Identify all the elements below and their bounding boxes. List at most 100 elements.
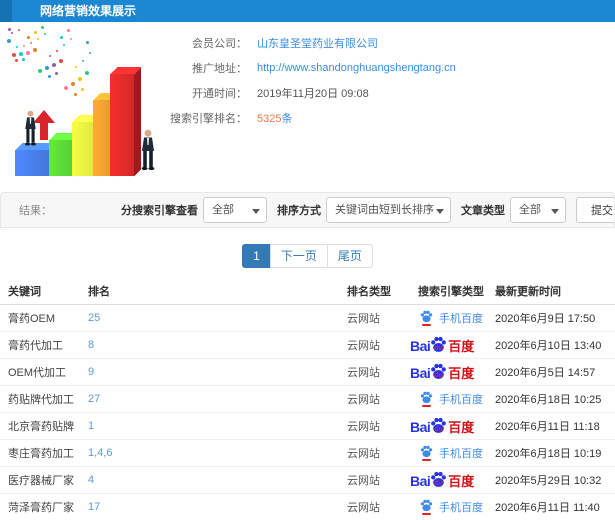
confetti-dot xyxy=(30,42,32,44)
rank-value-link[interactable]: 17 xyxy=(88,501,100,513)
engine-type-cell: Bai du 百度 xyxy=(410,412,493,440)
keyword-cell: 菏泽膏药厂家 xyxy=(0,493,80,520)
mobile-baidu-label: 手机百度 xyxy=(439,393,483,406)
updated-time-cell: 2020年6月11日 11:40 xyxy=(493,493,615,520)
filter-group: 分搜索引擎查看 全部 排序方式 关键词由短到长排序 文章类型 全部 提交 xyxy=(111,197,614,223)
confetti-dot xyxy=(63,44,65,46)
mobile-baidu-underline xyxy=(422,458,431,461)
ranking-count-number[interactable]: 5325 xyxy=(257,113,281,125)
confetti-dot xyxy=(74,93,77,96)
updated-time-cell: 2020年6月18日 10:25 xyxy=(493,385,615,413)
rank-cell: 8 xyxy=(80,331,345,359)
rank-type-cell: 云网站 xyxy=(345,304,410,332)
businessman-on-bar-figure xyxy=(21,110,40,153)
confetti-dot xyxy=(18,29,20,31)
ranking-count-suffix[interactable]: 条 xyxy=(281,113,292,125)
updated-time-cell: 2020年6月18日 10:19 xyxy=(493,439,615,467)
titlebar: 网络营销效果展示 xyxy=(0,0,615,22)
mobile-baidu-badge: 手机百度 xyxy=(420,445,483,461)
updated-time-cell: 2020年6月11日 11:18 xyxy=(493,412,615,440)
confetti-dot xyxy=(78,77,82,81)
confetti-dot xyxy=(89,52,91,54)
baidu-logo: Bai du 百度 xyxy=(410,363,474,380)
confetti-dot xyxy=(86,41,89,44)
confetti-dot xyxy=(15,59,18,62)
rank-cell: 4 xyxy=(80,466,345,494)
confetti-dot xyxy=(59,59,63,63)
promo-url-link[interactable]: http://www.shandonghuangshengtang.cn xyxy=(257,62,456,74)
mobile-baidu-paw-icon xyxy=(420,310,434,326)
confetti-dot xyxy=(23,45,25,47)
confetti-dot xyxy=(37,38,39,40)
rank-cell: 1,4,6 xyxy=(80,439,345,467)
confetti-dot xyxy=(67,29,70,32)
table-row: 膏药代加工 8 云网站 Bai du 百度 2020年6月10日 13:40 xyxy=(0,331,615,359)
submit-button[interactable]: 提交 xyxy=(576,197,614,223)
company-link[interactable]: 山东皇圣堂药业有限公司 xyxy=(257,35,378,51)
open-time-value: 2019年11月20日 09:08 xyxy=(257,87,369,100)
sort-filter-value: 关键词由短到长排序 xyxy=(335,204,434,216)
mobile-baidu-badge: 手机百度 xyxy=(420,310,483,326)
sort-filter-label: 排序方式 xyxy=(277,205,321,217)
keyword-cell: 药贴牌代加工 xyxy=(0,385,80,413)
engine-filter-select[interactable]: 全部 xyxy=(203,197,267,223)
next-page-button[interactable]: 下一页 xyxy=(269,244,328,268)
baidu-paw-icon: du xyxy=(430,417,447,434)
mobile-baidu-underline xyxy=(422,512,431,515)
confetti-dot xyxy=(64,86,68,90)
rank-value-link[interactable]: 8 xyxy=(88,339,94,351)
table-row: 菏泽膏药厂家 17 云网站 手机百度 2020年6月11日 11:40 xyxy=(0,493,615,520)
confetti-dot xyxy=(48,75,51,78)
confetti-dot xyxy=(71,82,75,86)
chevron-down-icon xyxy=(551,209,559,214)
confetti-dot xyxy=(27,36,30,39)
confetti-dot xyxy=(81,88,84,91)
mobile-baidu-underline xyxy=(422,323,431,326)
baidu-logo: Bai du 百度 xyxy=(410,417,474,434)
baidu-du-text: du xyxy=(434,371,443,379)
rank-type-cell: 云网站 xyxy=(345,439,410,467)
ranking-count-value[interactable]: 5325条 xyxy=(257,110,292,126)
updated-time-cell: 2020年5月29日 10:32 xyxy=(493,466,615,494)
table-row: 枣庄膏药加工 1,4,6 云网站 手机百度 2020年6月18日 10:19 xyxy=(0,439,615,467)
page-1-button[interactable]: 1 xyxy=(242,244,271,268)
rank-value-link[interactable]: 9 xyxy=(88,366,94,378)
table-row: 医疗器械厂家 4 云网站 Bai du 百度 2020年5月29日 10:32 xyxy=(0,466,615,494)
rank-value-link[interactable]: 25 xyxy=(88,312,100,324)
baidu-cn-text: 百度 xyxy=(448,419,475,435)
article-type-label: 文章类型 xyxy=(461,205,505,217)
table-row: 北京膏药贴牌 1 云网站 Bai du 百度 2020年6月11日 11:18 xyxy=(0,412,615,440)
ranking-count-label: 搜索引擎排名： xyxy=(170,112,247,125)
engine-type-cell: 手机百度 xyxy=(410,493,493,520)
rank-value-link[interactable]: 27 xyxy=(88,393,100,405)
baidu-paw-icon: du xyxy=(430,336,447,353)
rank-value-link[interactable]: 1,4,6 xyxy=(88,447,112,459)
confetti-dot xyxy=(41,26,44,29)
confetti-dot xyxy=(49,55,51,57)
rank-value-link[interactable]: 1 xyxy=(88,420,94,432)
rank-type-cell: 云网站 xyxy=(345,466,410,494)
businessman-right-figure xyxy=(137,129,159,178)
info-row-url: 推广地址： http://www.shandonghuangshengtang.… xyxy=(155,55,456,80)
confetti-dot xyxy=(16,46,18,48)
info-section: 会员公司： 山东皇圣堂药业有限公司 推广地址： http://www.shand… xyxy=(0,22,615,190)
sort-filter-select[interactable]: 关键词由短到长排序 xyxy=(326,197,451,223)
confetti-dot xyxy=(22,58,25,61)
baidu-logo-bai-text: Bai xyxy=(410,472,431,489)
keyword-cell: 枣庄膏药加工 xyxy=(0,439,80,467)
mobile-baidu-label: 手机百度 xyxy=(439,312,483,325)
article-type-select[interactable]: 全部 xyxy=(510,197,566,223)
rank-value-link[interactable]: 4 xyxy=(88,474,94,486)
column-header: 排名 xyxy=(80,278,345,305)
confetti-dot xyxy=(82,60,84,62)
confetti-dot xyxy=(33,48,37,52)
baidu-du-text: du xyxy=(434,479,443,487)
mobile-baidu-label: 手机百度 xyxy=(439,501,483,514)
last-page-button[interactable]: 尾页 xyxy=(326,244,373,268)
baidu-cn-text: 百度 xyxy=(448,365,475,381)
mobile-baidu-badge: 手机百度 xyxy=(420,499,483,515)
confetti-dot xyxy=(75,66,77,68)
baidu-logo-bai-text: Bai xyxy=(410,337,431,354)
company-label: 会员公司： xyxy=(192,37,247,50)
rank-cell: 25 xyxy=(80,304,345,332)
